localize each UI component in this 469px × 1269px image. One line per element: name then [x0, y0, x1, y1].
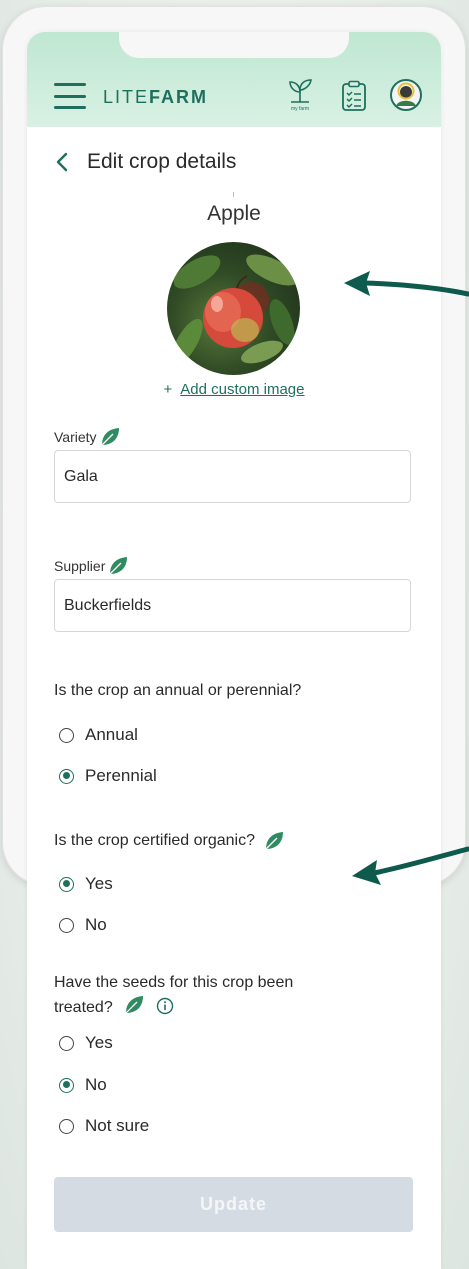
leaf-icon: [125, 996, 144, 1014]
supplier-input[interactable]: [54, 579, 411, 632]
organic-question: Is the crop certified organic?: [54, 830, 384, 852]
page-header: Edit crop details: [51, 147, 236, 177]
leaf-icon: [265, 832, 283, 850]
leaf-icon: [109, 557, 128, 575]
radio-organic-yes[interactable]: Yes: [59, 873, 113, 895]
crop-image: [167, 242, 300, 375]
chevron-left-icon[interactable]: [51, 150, 75, 174]
radio-organic-no[interactable]: No: [59, 914, 107, 936]
my-farm-caption: my farm: [291, 106, 309, 112]
clipboard-checklist-icon[interactable]: [339, 80, 369, 112]
avatar-icon[interactable]: [389, 78, 423, 112]
radio-treated-yes[interactable]: Yes: [59, 1032, 113, 1054]
radio-button[interactable]: [59, 917, 74, 933]
app-screen: LITEFARM my farm Edit crop details Apple…: [27, 32, 441, 1269]
page-title: Edit crop details: [87, 150, 237, 173]
radio-button[interactable]: [59, 1035, 74, 1051]
callout-arrow-icon: [344, 271, 469, 297]
radio-perennial[interactable]: Perennial: [59, 765, 157, 787]
radio-button[interactable]: [59, 727, 74, 743]
radio-treated-no[interactable]: No: [59, 1074, 107, 1096]
radio-button[interactable]: [59, 1118, 74, 1134]
variety-label: Variety: [54, 426, 121, 448]
radio-button-selected[interactable]: [59, 876, 74, 892]
radio-button-selected[interactable]: [59, 768, 74, 784]
info-circle-icon[interactable]: [156, 997, 174, 1015]
litefarm-logo: LITEFARM: [103, 87, 209, 107]
plus-icon: +: [163, 381, 173, 398]
callout-arrow-icon: [352, 846, 469, 885]
radio-annual[interactable]: Annual: [59, 724, 138, 746]
supplier-label: Supplier: [54, 555, 129, 577]
add-custom-image-link[interactable]: + Add custom image: [27, 381, 441, 398]
add-custom-image-label: Add custom image: [180, 381, 305, 398]
lifecycle-question: Is the crop an annual or perennial?: [54, 682, 302, 699]
radio-treated-not-sure[interactable]: Not sure: [59, 1115, 149, 1137]
treated-question: Have the seeds for this crop been treate…: [54, 974, 294, 1016]
update-button[interactable]: Update: [54, 1177, 413, 1232]
radio-button-selected[interactable]: [59, 1077, 74, 1093]
phone-notch: [119, 32, 349, 58]
leaf-icon: [101, 428, 119, 446]
hamburger-menu-icon[interactable]: [54, 83, 86, 109]
divider-tick: [233, 192, 234, 197]
crop-name: Apple: [207, 202, 261, 225]
variety-input[interactable]: [54, 450, 411, 503]
seedling-my-farm-icon[interactable]: my farm: [285, 78, 315, 112]
